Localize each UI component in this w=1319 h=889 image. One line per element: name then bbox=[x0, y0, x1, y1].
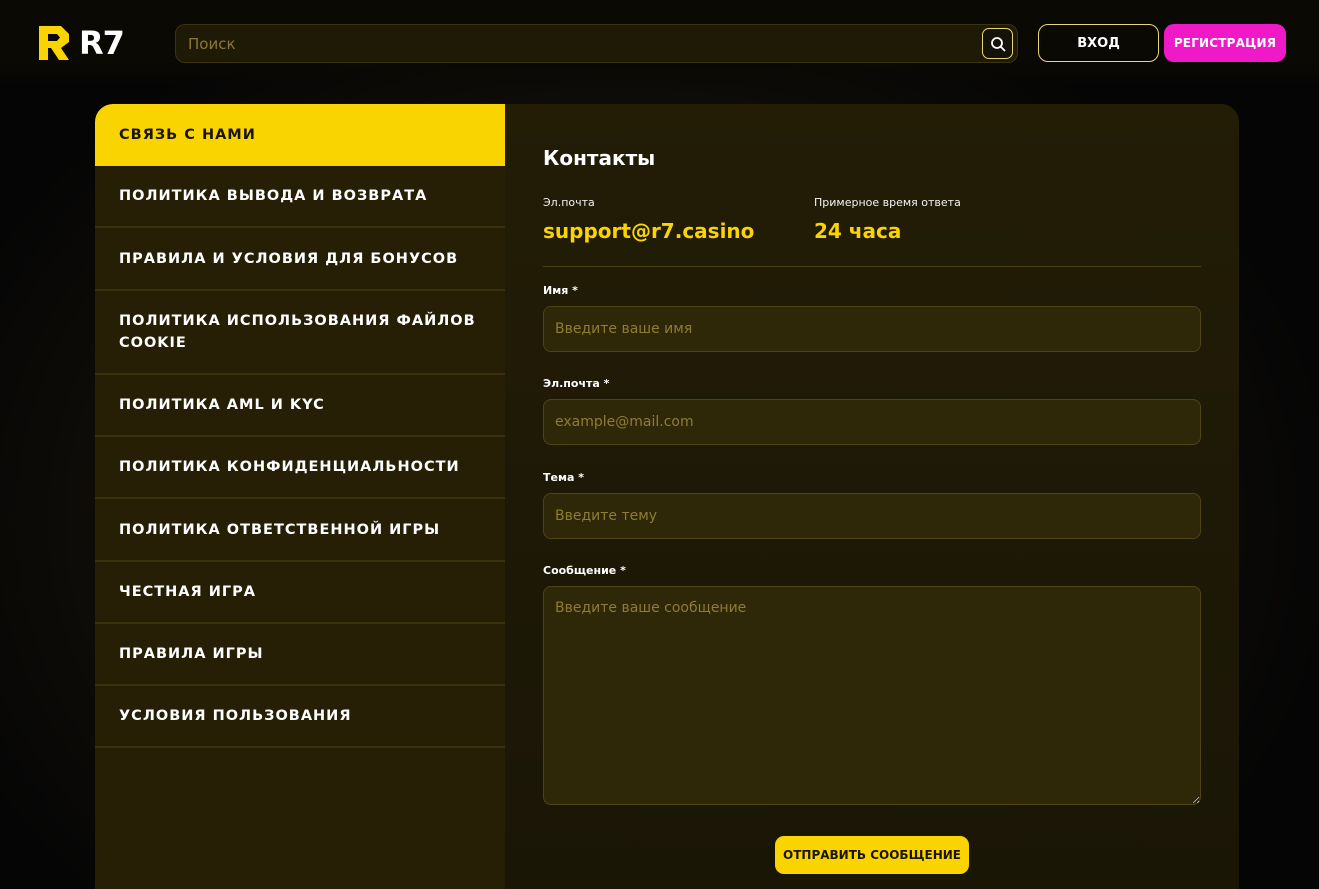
sidebar-item-fair-play[interactable]: ЧЕСТНАЯ ИГРА bbox=[95, 562, 505, 624]
message-label: Сообщение * bbox=[543, 564, 626, 577]
sidebar-item-game-rules[interactable]: ПРАВИЛА ИГРЫ bbox=[95, 624, 505, 686]
search-bar bbox=[175, 24, 1018, 63]
top-header: R7 ВХОД РЕГИСТРАЦИЯ bbox=[0, 0, 1319, 86]
main-panel: СВЯЗЬ С НАМИ ПОЛИТИКА ВЫВОДА И ВОЗВРАТА … bbox=[95, 104, 1239, 889]
email-field-label: Эл.почта * bbox=[543, 377, 610, 390]
response-time-info: Примерное время ответа 24 часа bbox=[814, 196, 961, 243]
sidebar: СВЯЗЬ С НАМИ ПОЛИТИКА ВЫВОДА И ВОЗВРАТА … bbox=[95, 104, 505, 889]
sidebar-item-aml-kyc[interactable]: ПОЛИТИКА AML И KYC bbox=[95, 375, 505, 437]
divider bbox=[543, 266, 1201, 267]
logo[interactable]: R7 bbox=[37, 23, 137, 63]
r7-logo-icon bbox=[39, 26, 69, 60]
support-email[interactable]: support@r7.casino bbox=[543, 219, 754, 243]
sidebar-item-terms-of-use[interactable]: УСЛОВИЯ ПОЛЬЗОВАНИЯ bbox=[95, 686, 505, 748]
name-label: Имя * bbox=[543, 284, 578, 297]
response-time-label: Примерное время ответа bbox=[814, 196, 961, 209]
email-field[interactable] bbox=[543, 399, 1201, 445]
search-button[interactable] bbox=[982, 28, 1013, 59]
register-button[interactable]: РЕГИСТРАЦИЯ bbox=[1164, 24, 1286, 62]
email-info: Эл.почта support@r7.casino bbox=[543, 196, 754, 243]
logo-text: R7 bbox=[79, 24, 125, 62]
login-button[interactable]: ВХОД bbox=[1038, 24, 1159, 62]
sidebar-item-withdrawal-policy[interactable]: ПОЛИТИКА ВЫВОДА И ВОЗВРАТА bbox=[95, 166, 505, 228]
message-field[interactable] bbox=[543, 586, 1201, 805]
sidebar-item-bonus-terms[interactable]: ПРАВИЛА И УСЛОВИЯ ДЛЯ БОНУСОВ bbox=[95, 228, 505, 291]
subject-label: Тема * bbox=[543, 471, 584, 484]
page-title: Контакты bbox=[543, 146, 656, 170]
sidebar-item-contact[interactable]: СВЯЗЬ С НАМИ bbox=[95, 104, 505, 166]
contact-content: Контакты Эл.почта support@r7.casino Прим… bbox=[505, 104, 1239, 889]
send-message-button[interactable]: ОТПРАВИТЬ СООБЩЕНИЕ bbox=[775, 836, 969, 874]
email-info-label: Эл.почта bbox=[543, 196, 595, 209]
sidebar-item-cookie-policy[interactable]: ПОЛИТИКА ИСПОЛЬЗОВАНИЯ ФАЙЛОВ COOKIE bbox=[95, 291, 505, 375]
sidebar-item-privacy[interactable]: ПОЛИТИКА КОНФИДЕНЦИАЛЬНОСТИ bbox=[95, 437, 505, 499]
subject-field[interactable] bbox=[543, 493, 1201, 539]
name-field[interactable] bbox=[543, 306, 1201, 352]
search-input[interactable] bbox=[176, 25, 982, 62]
response-time-value: 24 часа bbox=[814, 219, 902, 243]
sidebar-item-responsible-gaming[interactable]: ПОЛИТИКА ОТВЕТСТВЕННОЙ ИГРЫ bbox=[95, 499, 505, 562]
search-icon bbox=[990, 36, 1005, 51]
